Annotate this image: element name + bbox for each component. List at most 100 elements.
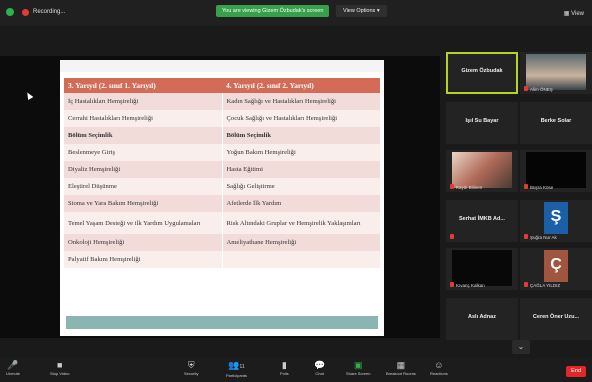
video-feed bbox=[526, 54, 586, 90]
chat-button[interactable]: 💬 Chat bbox=[314, 360, 325, 377]
cell: Risk Altındaki Gruplar ve Hemşirelik Yak… bbox=[221, 212, 381, 234]
cell: Temel Yaşam Desteği ve ilk Yardım Uygula… bbox=[68, 219, 201, 227]
cell: Onkoloji Hemşireliği bbox=[68, 239, 125, 246]
slide-footer-bar bbox=[66, 316, 378, 329]
recording-indicator[interactable]: Recording... bbox=[6, 8, 65, 16]
share-screen-icon: ▣ bbox=[353, 360, 363, 370]
table-row: Beslenmeye Giriş Yoğun Bakım Hemşireliği bbox=[64, 144, 380, 161]
participant-tile[interactable]: Ş Şuğra Nur Ak bbox=[520, 200, 592, 242]
video-feed bbox=[452, 250, 512, 286]
participant-tile[interactable]: Aslı Adnaz bbox=[446, 298, 518, 340]
participant-tile[interactable]: Büşra Köse bbox=[520, 150, 592, 192]
cell: Eleştirel Düşünme bbox=[68, 183, 117, 190]
cell: Kadın Sağlığı ve Hastalıkları Hemşireliğ… bbox=[221, 93, 381, 110]
end-button[interactable]: End bbox=[566, 366, 586, 377]
participant-tile[interactable]: Berke Solar bbox=[520, 102, 592, 144]
participant-name: Serhat İMKB Ad... bbox=[459, 216, 505, 222]
smiley-icon: ☺ bbox=[434, 360, 444, 370]
participant-label: Alim ÖNEŞ bbox=[530, 87, 553, 92]
participant-label: Şuğra Nur Ak bbox=[530, 235, 557, 240]
reactions-label: Reactions bbox=[430, 371, 448, 376]
share-screen-label: Share Screen bbox=[346, 371, 371, 376]
participant-tile[interactable]: Ceren Öner Uzu... bbox=[520, 298, 592, 340]
muted-mic-icon bbox=[524, 282, 528, 287]
breakout-rooms-button[interactable]: ▦ Breakout Rooms bbox=[386, 360, 416, 377]
cell: Palyatif Bakım Hemşireliği bbox=[68, 256, 141, 263]
muted-mic-icon bbox=[524, 86, 528, 91]
view-button[interactable]: ▦ View bbox=[564, 10, 584, 17]
cell: Beslenmeye Giriş bbox=[68, 149, 116, 156]
participant-label: ÇAĞLA YILDIZ bbox=[530, 283, 561, 288]
cell: Stoma ve Yara Bakım Hemşireliği bbox=[68, 200, 159, 207]
grid-icon: ▦ bbox=[563, 11, 572, 17]
table-row: Onkoloji Hemşireliği Ameliyathane Hemşire… bbox=[64, 234, 380, 251]
participant-name: Ceren Öner Uzu... bbox=[532, 314, 580, 320]
mic-icon: 🎤 bbox=[7, 360, 19, 370]
participant-tile[interactable]: Kaydı Bilinen bbox=[446, 150, 518, 192]
cell: Hasta Eğitimi bbox=[221, 161, 381, 178]
unmute-label: Unmute bbox=[6, 371, 21, 376]
participant-tile[interactable]: Gizem Özbudak bbox=[446, 52, 518, 94]
people-icon: 👥11 bbox=[228, 360, 245, 370]
participant-label: Kaydı Bilinen bbox=[456, 185, 483, 190]
cell: Bölüm Seçimlik bbox=[68, 132, 113, 139]
participants-count: 11 bbox=[239, 364, 245, 370]
header-sem3: 3. Yarıyıl (2. sınıf 1. Yarıyıl) bbox=[68, 81, 156, 90]
unmute-button[interactable]: 🎤 Unmute bbox=[6, 360, 20, 377]
cell: Yoğun Bakım Hemşireliği bbox=[221, 144, 381, 161]
reactions-button[interactable]: ☺ Reactions bbox=[430, 360, 448, 377]
participant-label: Kıvanç Kalkan bbox=[456, 283, 485, 288]
video-feed bbox=[526, 152, 586, 188]
chevron-down-icon[interactable]: ⌄ bbox=[512, 340, 530, 354]
table-header: 3. Yarıyıl (2. sınıf 1. Yarıyıl) 4. Yarı… bbox=[64, 78, 380, 93]
slide-top-strip bbox=[60, 60, 384, 72]
participant-tile[interactable]: Işıl Su Bayar bbox=[446, 102, 518, 144]
participant-tile[interactable]: Ç ÇAĞLA YILDIZ bbox=[520, 248, 592, 290]
stop-video-button[interactable]: ■ Stop Video bbox=[50, 360, 70, 377]
table-row: Temel Yaşam Desteği ve ilk Yardım Uygula… bbox=[64, 212, 380, 234]
participants-label: Participants bbox=[226, 373, 247, 378]
participant-tile[interactable]: Alim ÖNEŞ bbox=[520, 52, 592, 94]
table-row: İç Hastalıkları Hemşireliği Kadın Sağlığı… bbox=[64, 93, 380, 110]
header-sem4: 4. Yarıyıl (2. sınıf 2. Yarıyıl) bbox=[226, 81, 314, 90]
table-row: Bölüm Seçimlik Bölüm Seçimlik bbox=[64, 127, 380, 144]
polls-button[interactable]: ▮ Polls bbox=[280, 360, 289, 377]
cell: Ameliyathane Hemşireliği bbox=[221, 234, 381, 251]
participant-name: Gizem Özbudak bbox=[461, 68, 503, 74]
cell: İç Hastalıkları Hemşireliği bbox=[68, 98, 139, 105]
recording-label: Recording... bbox=[33, 9, 66, 15]
muted-mic-icon bbox=[450, 282, 454, 287]
cell: Bölüm Seçimlik bbox=[221, 127, 381, 144]
participant-gallery: Gizem Özbudak Alim ÖNEŞ Işıl Su Bayar Be… bbox=[442, 52, 592, 348]
cell: Diyaliz Hemşireliği bbox=[68, 166, 121, 173]
participants-button[interactable]: 👥11 Participants bbox=[226, 360, 247, 379]
logo-s: Ş bbox=[544, 202, 568, 234]
security-button[interactable]: ⛨ Security bbox=[184, 360, 198, 377]
cell: Cerrahi Hastalıkları Hemşireliği bbox=[68, 115, 153, 122]
breakout-label: Breakout Rooms bbox=[386, 371, 416, 376]
participant-name: Aslı Adnaz bbox=[468, 314, 496, 320]
cell: Sağlığı Geliştirme bbox=[221, 178, 381, 195]
table-row: Eleştirel Düşünme Sağlığı Geliştirme bbox=[64, 178, 380, 195]
security-label: Security bbox=[184, 371, 199, 376]
muted-mic-icon bbox=[524, 184, 528, 189]
polls-label: Polls bbox=[280, 371, 289, 376]
grid-icon: ▦ bbox=[396, 360, 406, 370]
muted-mic-icon bbox=[524, 234, 528, 239]
presentation-slide: 3. Yarıyıl (2. sınıf 1. Yarıyıl) 4. Yarı… bbox=[60, 60, 384, 336]
participant-tile[interactable]: Kıvanç Kalkan bbox=[446, 248, 518, 290]
cell bbox=[221, 251, 381, 268]
video-icon: ■ bbox=[57, 360, 63, 370]
view-options-button[interactable]: View Options ▾ bbox=[336, 5, 387, 17]
chat-icon: 💬 bbox=[314, 360, 326, 370]
participant-name: Berke Solar bbox=[540, 118, 572, 124]
shield-icon[interactable] bbox=[6, 8, 14, 16]
participant-label: Büşra Köse bbox=[530, 185, 554, 190]
shield-icon: ⛨ bbox=[187, 360, 195, 370]
table-row: Diyaliz Hemşireliği Hasta Eğitimi bbox=[64, 161, 380, 178]
record-icon bbox=[22, 8, 29, 16]
share-screen-button[interactable]: ▣ Share Screen bbox=[346, 360, 370, 377]
participant-name: Işıl Su Bayar bbox=[465, 118, 499, 124]
top-bar: Recording... You are viewing Gizem Özbud… bbox=[0, 0, 592, 26]
participant-tile[interactable]: Serhat İMKB Ad... bbox=[446, 200, 518, 242]
